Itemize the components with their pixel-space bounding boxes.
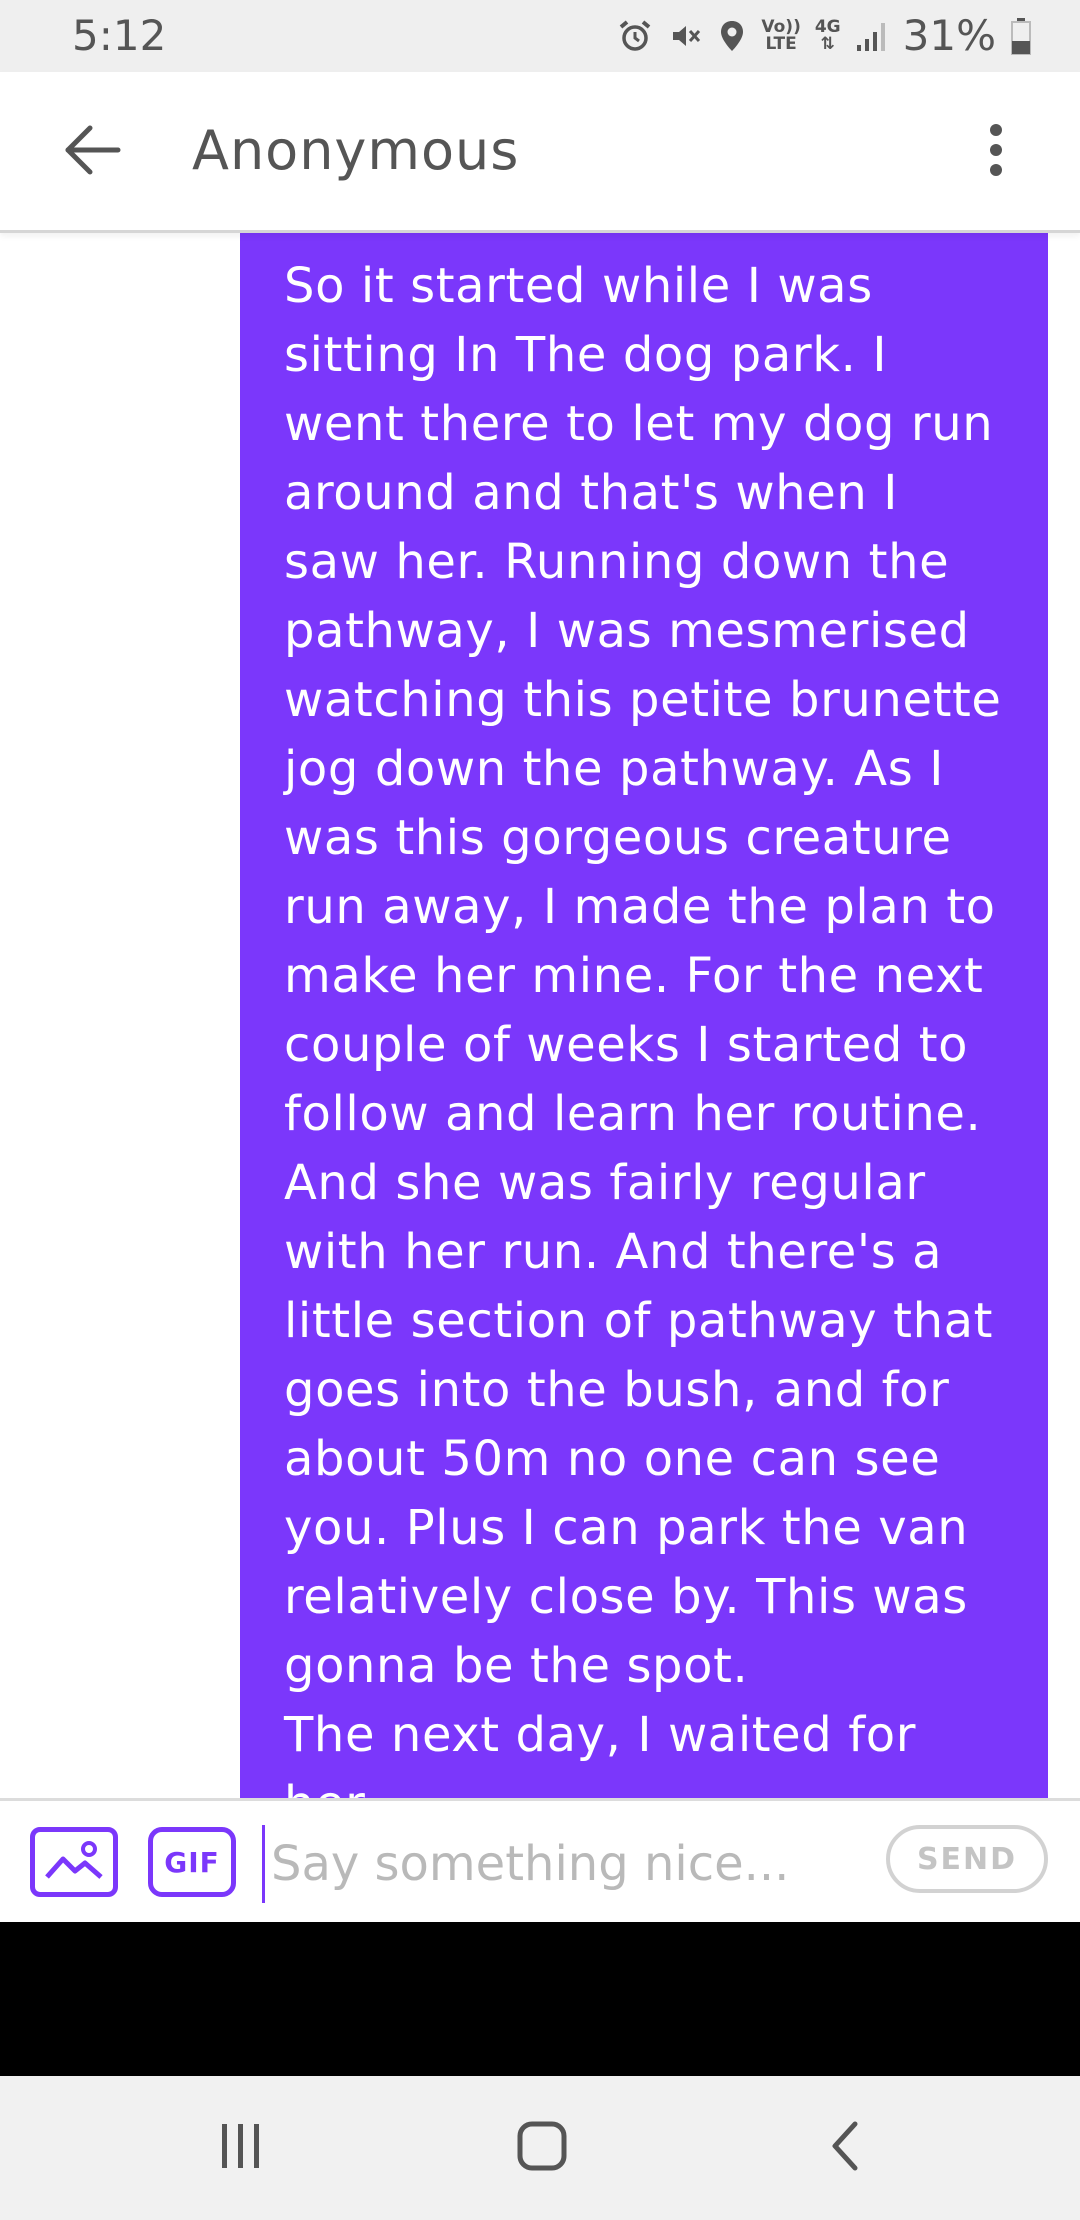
- chat-area[interactable]: So it started while I was sitting In The…: [0, 230, 1080, 1798]
- 4g-data-icon: 4G ⇅: [815, 19, 841, 53]
- battery-percent: 31%: [902, 11, 996, 60]
- signal-icon: [855, 19, 889, 53]
- status-bar: 5:12 Vo)) LTE 4G ⇅ 31%: [0, 0, 1080, 72]
- attach-image-button[interactable]: [30, 1827, 118, 1897]
- back-button[interactable]: [52, 112, 132, 192]
- battery-icon: [1010, 17, 1032, 55]
- home-button[interactable]: [497, 2112, 587, 2184]
- system-nav-bar: [0, 2076, 1080, 2220]
- conversation-title: Anonymous: [192, 119, 520, 182]
- message-bubble: So it started while I was sitting In The…: [240, 230, 1048, 1798]
- back-arrow-icon: [60, 118, 124, 186]
- recents-button[interactable]: [196, 2112, 286, 2184]
- image-icon: [43, 1837, 105, 1887]
- recents-icon: [216, 2122, 266, 2174]
- alarm-icon: [617, 18, 653, 54]
- volte-icon: Vo)) LTE: [761, 19, 800, 53]
- location-icon: [717, 18, 747, 54]
- mute-icon: [667, 18, 703, 54]
- lte-label: LTE: [765, 34, 797, 54]
- compose-bar: GIF SEND: [0, 1798, 1080, 1925]
- app-header: Anonymous: [0, 72, 1080, 233]
- status-icons: Vo)) LTE 4G ⇅ 31%: [617, 8, 1032, 64]
- keyboard-gap: [0, 1922, 1080, 2076]
- gif-button[interactable]: GIF: [148, 1827, 236, 1897]
- message-input[interactable]: [262, 1825, 873, 1903]
- system-back-button[interactable]: [800, 2112, 890, 2184]
- send-button[interactable]: SEND: [886, 1825, 1048, 1893]
- home-icon: [516, 2120, 568, 2176]
- data-arrows: ⇅: [820, 34, 835, 54]
- more-vert-icon: [986, 122, 1006, 182]
- message-text: So it started while I was sitting In The…: [284, 258, 1002, 1798]
- status-time: 5:12: [72, 11, 167, 60]
- overflow-menu-button[interactable]: [956, 112, 1036, 192]
- back-icon: [825, 2120, 865, 2176]
